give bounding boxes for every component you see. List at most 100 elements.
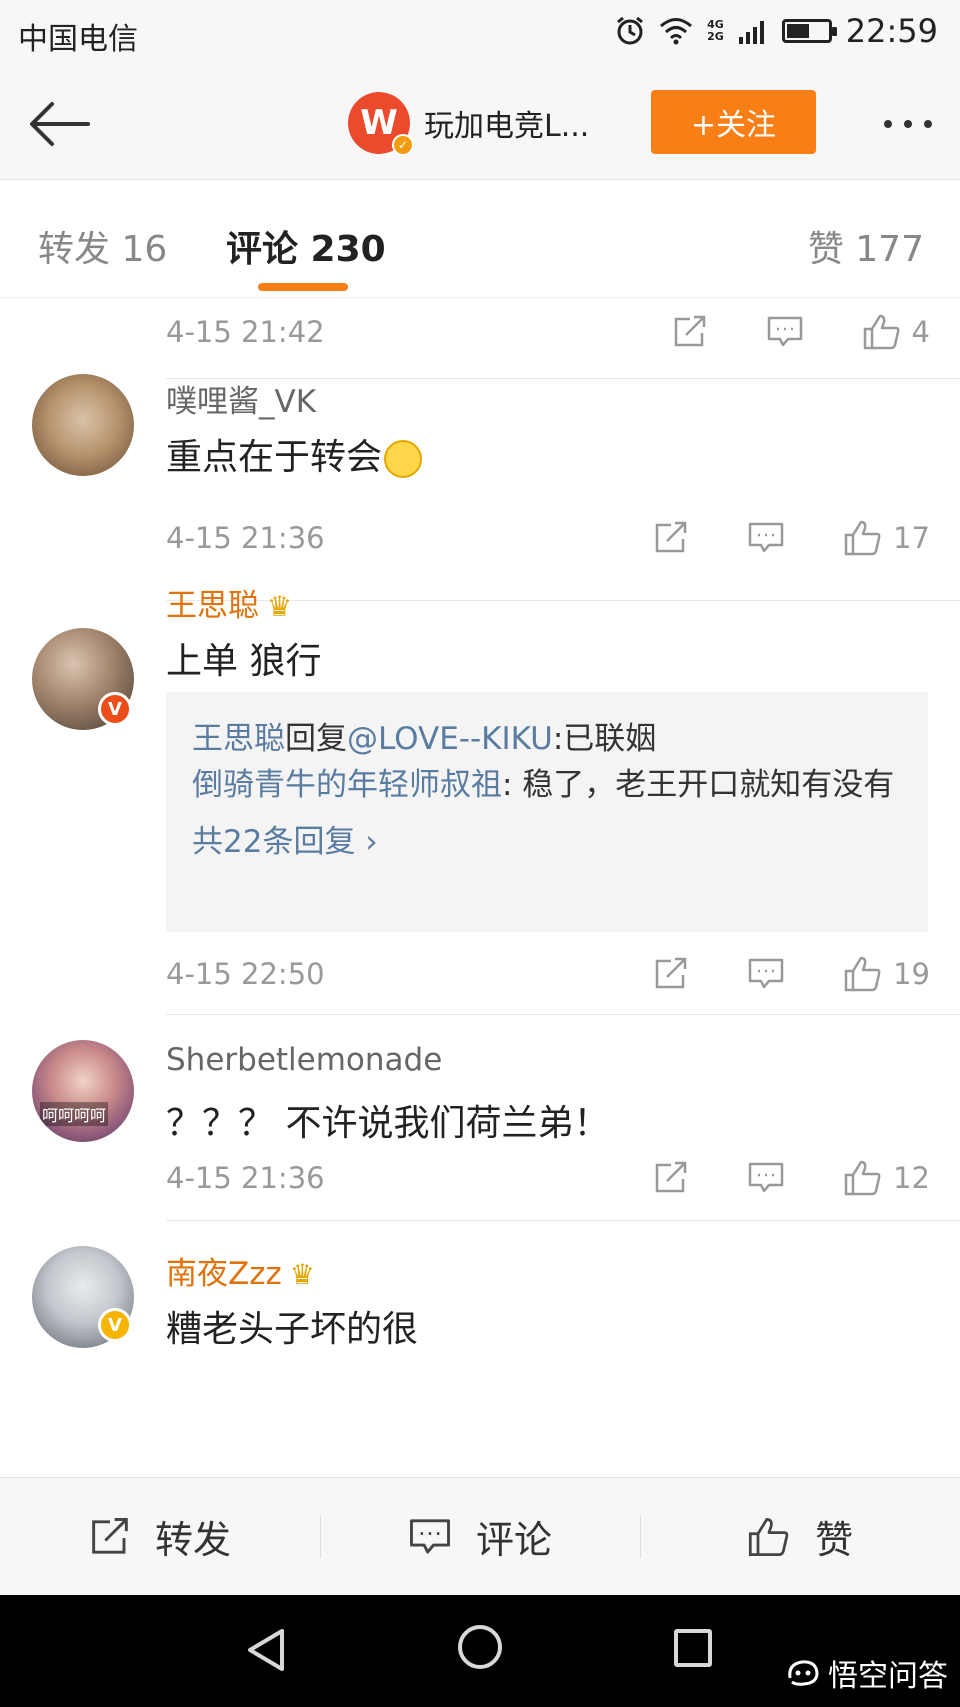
comment-time: 4-15 22:50 [166,957,325,991]
comment-icon [748,958,784,989]
repost-button[interactable]: 转发 [0,1478,320,1595]
comment-actions: 19 [595,955,930,993]
crown-icon: ♛ [267,590,293,623]
network-type: 4G 2G [707,18,724,43]
comment-icon [748,522,784,553]
back-button[interactable] [24,94,94,154]
comment-text: 糟老头子坏的很 [166,1309,419,1350]
view-all-replies-link[interactable]: 共22条回复 › [192,816,902,861]
thumb-up-icon [844,1160,881,1196]
reply-preview[interactable]: 王思聪回复@LOVE--KIKU:已联姻 倒骑青牛的年轻师叔祖: 稳了，老王开口… [166,692,928,932]
avatar[interactable]: 呵呵呵呵 [32,1040,134,1142]
thumb-up-icon [844,956,881,992]
comment-label: 评论 [475,1518,552,1562]
divider [166,1014,960,1015]
comment-list: 4-15 21:42 4 噗哩酱_VK 重点在于转会 4-15 21:36 17… [0,298,960,1478]
follow-button[interactable]: +关注 [651,90,816,154]
verified-icon: V [98,692,132,726]
like-count: 12 [893,1161,930,1195]
comment-meta: 4-15 21:36 12 [166,1156,930,1200]
like-label: 赞 [814,1518,853,1562]
comment-time: 4-15 21:42 [166,315,325,349]
account-avatar[interactable]: W ✓ [348,92,414,156]
like-button[interactable]: 19 [843,955,930,993]
reply-button[interactable] [747,957,785,991]
reply-author[interactable]: 王思聪 [192,721,285,757]
comment-username[interactable]: 噗哩酱_VK [166,376,316,421]
back-arrow-icon [30,102,90,146]
wifi-icon [660,18,693,45]
share-button[interactable] [653,957,689,991]
system-home-icon[interactable] [458,1625,502,1669]
tab-repost[interactable]: 转发 16 [38,220,167,272]
avatar-caption: 呵呵呵呵 [40,1102,109,1126]
share-icon [655,957,687,989]
bottom-action-bar: 转发 评论 赞 [0,1477,960,1595]
comment-actions: 4 [614,313,930,351]
comment-username[interactable]: 王思聪 ♛ [166,580,292,625]
like-button[interactable]: 17 [843,519,930,557]
verified-icon: V [98,1308,132,1342]
system-nav-bar: 悟空问答 [0,1595,960,1707]
battery-icon [781,19,837,43]
comment-username[interactable]: Sherbetlemonade [166,1042,442,1078]
like-count: 17 [893,521,930,555]
comment-meta: 4-15 21:42 4 [166,310,930,354]
comment-actions: 12 [595,1159,930,1197]
account-name[interactable]: 玩加电竞L... [424,101,589,145]
status-icons: 4G 2G 22:59 [615,12,938,50]
system-back-icon[interactable] [246,1627,286,1673]
top-nav: W ✓ 玩加电竞L... +关注 [0,66,960,180]
comment-actions: 17 [595,519,930,557]
comment-icon [748,1162,784,1193]
avatar[interactable] [32,374,134,476]
comment-text: ？？？ 不许说我们荷兰弟！ [166,1103,610,1144]
like-button[interactable]: 12 [843,1159,930,1197]
reply-author[interactable]: 倒骑青牛的年轻师叔祖 [192,767,502,803]
comment-username[interactable]: 南夜Zzz ♛ [166,1248,315,1293]
divider [166,1220,960,1221]
account-info[interactable]: W ✓ 玩加电竞L... [348,92,589,156]
tab-like[interactable]: 赞 177 [808,220,924,272]
comment-button[interactable]: 评论 [320,1478,640,1595]
reply-item: 王思聪回复@LOVE--KIKU:已联姻 [192,721,657,757]
like-count: 19 [893,957,930,991]
verified-icon: ✓ [392,134,414,156]
system-recent-apps-icon[interactable] [674,1629,712,1667]
status-bar: 中国电信 4G 2G 22:59 [0,0,960,66]
share-icon [655,1161,687,1193]
wukong-logo-icon [788,1660,819,1686]
watermark: 悟空问答 [786,1651,948,1695]
thumb-up-icon [863,314,900,350]
share-icon [674,315,705,347]
tab-bar: 转发 16 评论 230 赞 177 [0,180,960,298]
reply-button[interactable] [747,1161,785,1195]
comment-meta: 4-15 21:36 17 [166,516,930,560]
crown-icon: ♛ [289,1258,315,1291]
like-button[interactable]: 4 [862,313,930,351]
reply-item: 倒骑青牛的年轻师叔祖: 稳了，老王开口就知有没有 [192,767,895,803]
share-icon [92,1517,128,1554]
comment-text: 重点在于转会 [166,428,423,480]
share-button[interactable] [653,1161,689,1195]
reply-button[interactable] [747,521,785,555]
like-button[interactable]: 赞 [640,1478,960,1595]
alarm-icon [617,16,644,45]
signal-icon [738,21,764,44]
tab-comment[interactable]: 评论 230 [226,220,386,272]
repost-label: 转发 [154,1518,231,1562]
share-button[interactable] [672,315,708,349]
comment-icon [767,316,802,347]
reply-button[interactable] [766,315,804,349]
active-tab-indicator [258,283,348,291]
comment-meta: 4-15 22:50 19 [166,952,930,996]
carrier-label: 中国电信 [18,22,138,57]
share-button[interactable] [653,521,689,555]
thumb-up-icon [844,520,881,556]
comment-icon [410,1518,450,1553]
thumb-up-icon [748,1517,789,1556]
clock: 22:59 [845,12,938,50]
more-dots-icon[interactable] [884,120,932,128]
reply-mention[interactable]: @LOVE--KIKU [347,721,553,757]
share-icon [655,521,687,553]
